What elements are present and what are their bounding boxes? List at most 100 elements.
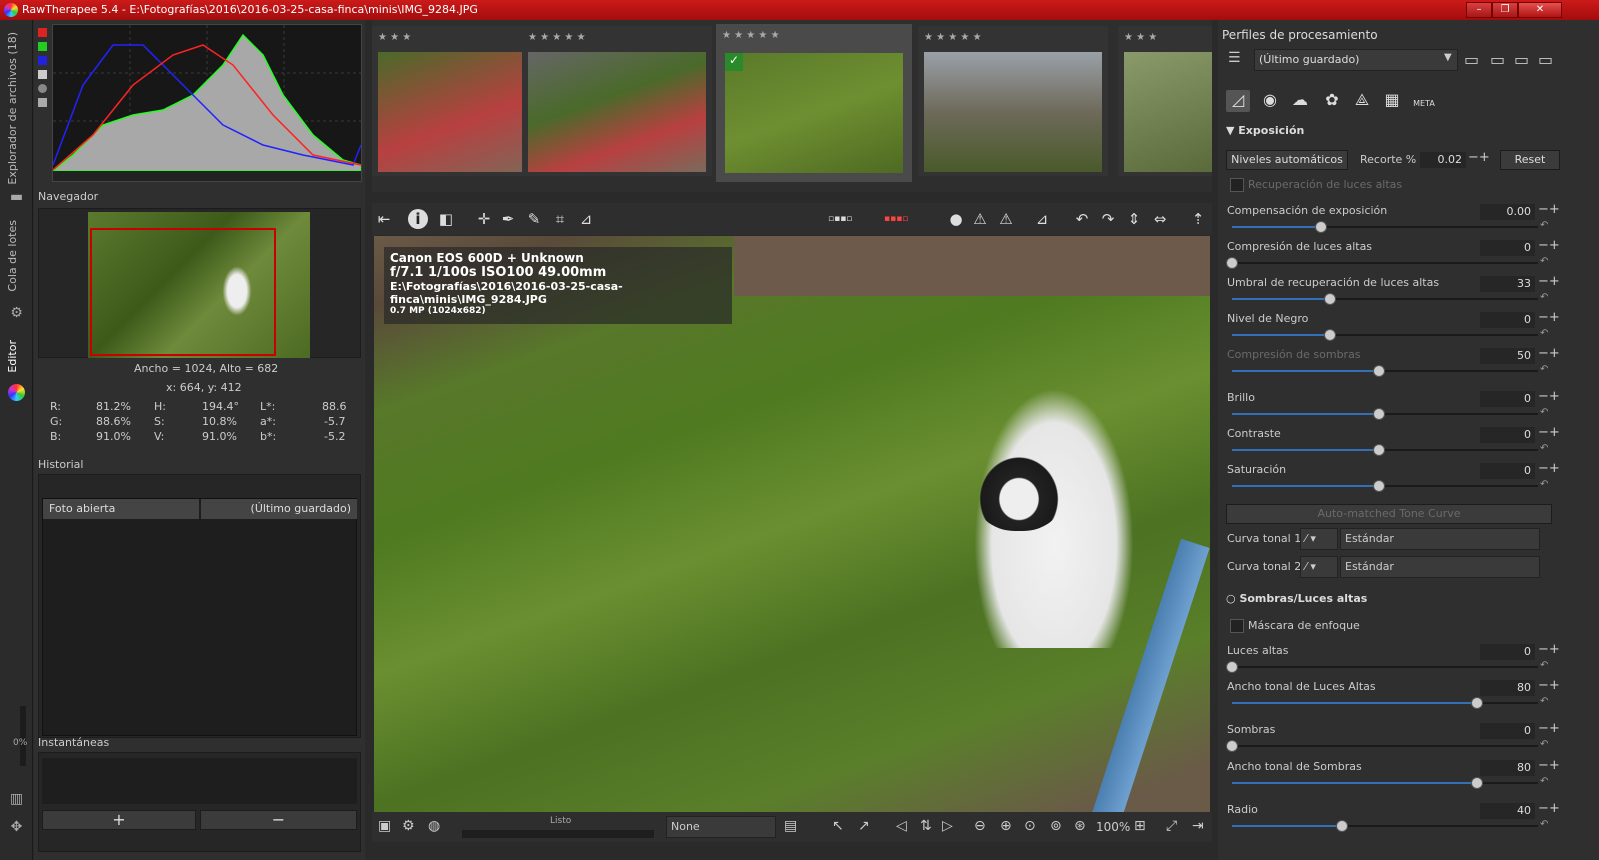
param-5-reset-icon[interactable]: ↶ [1540, 407, 1548, 418]
param-1-stepper[interactable]: −+ [1538, 238, 1560, 253]
crop-icon[interactable]: ⌗ [550, 209, 570, 229]
param-2-reset-icon[interactable]: ↶ [1540, 292, 1548, 303]
param-4-stepper[interactable]: −+ [1538, 346, 1560, 361]
param-3-value[interactable]: 0 [1480, 312, 1535, 328]
param-3-reset-icon[interactable]: ↶ [1540, 328, 1548, 339]
sh-param-0-stepper[interactable]: −+ [1538, 642, 1560, 657]
metadata-tab[interactable]: META [1412, 90, 1436, 112]
info-icon[interactable]: i [408, 209, 428, 229]
param-0-slider-knob[interactable] [1314, 221, 1327, 233]
param-3-stepper[interactable]: −+ [1538, 310, 1560, 325]
zoom-in-icon[interactable]: ⊕ [1000, 818, 1012, 834]
param-6-slider-knob[interactable] [1372, 444, 1385, 456]
flip-horizontal-icon[interactable]: ⇔ [1150, 209, 1170, 229]
param-7-stepper[interactable]: −+ [1538, 461, 1560, 476]
zoom-fit-icon[interactable]: ⊙ [1024, 818, 1036, 834]
history-item-open[interactable]: Foto abierta [43, 499, 199, 519]
clip-stepper[interactable]: −+ [1468, 150, 1490, 165]
sh-param-1-slider[interactable] [1232, 697, 1538, 709]
blue-channel-toggle[interactable] [38, 56, 47, 65]
thumbnail-stars[interactable]: ★ ★ ★ ★ ★ [716, 28, 906, 44]
navigator-viewport-rect[interactable] [90, 228, 276, 356]
raw-toggle[interactable] [38, 98, 47, 107]
folder-icon[interactable]: ▬ [7, 188, 26, 207]
param-6-value[interactable]: 0 [1480, 427, 1535, 443]
sh-param-4-reset-icon[interactable]: ↶ [1540, 819, 1548, 830]
luma-toggle[interactable] [38, 70, 47, 79]
param-2-value[interactable]: 33 [1480, 276, 1535, 292]
minimize-button[interactable]: – [1466, 2, 1492, 18]
warning-shadow-icon[interactable]: ⚠ [996, 209, 1016, 229]
param-1-slider-knob[interactable] [1226, 257, 1238, 269]
profile-combo[interactable]: None [666, 816, 776, 838]
param-2-slider-knob[interactable] [1323, 293, 1336, 305]
save-icon[interactable]: ▣ [378, 818, 391, 834]
param-0-slider[interactable] [1232, 221, 1538, 233]
sh-param-2-slider[interactable] [1226, 740, 1538, 752]
editor-color-icon[interactable] [8, 384, 25, 401]
exposure-tab-icon[interactable]: ◿ [1226, 90, 1250, 112]
red-channel-toggle[interactable] [38, 28, 47, 37]
param-5-stepper[interactable]: −+ [1538, 389, 1560, 404]
collapse-right-icon[interactable]: ⇥ [1192, 818, 1204, 834]
param-4-slider-knob[interactable] [1372, 365, 1385, 377]
highlight-recovery-checkbox[interactable] [1230, 178, 1244, 192]
fullscreen-icon[interactable]: ⤢ [1166, 818, 1177, 834]
sh-param-4-stepper[interactable]: −+ [1538, 801, 1560, 816]
background-color-icon[interactable]: ▫▪▪▫ [828, 209, 852, 229]
param-2-slider[interactable] [1232, 293, 1538, 305]
remove-snapshot-button[interactable]: − [200, 810, 357, 830]
param-1-value[interactable]: 0 [1480, 240, 1535, 256]
sh-param-3-value[interactable]: 80 [1480, 760, 1535, 776]
previous-icon[interactable]: ◁ [896, 818, 907, 834]
copy-icon[interactable]: ▭ [1514, 50, 1529, 69]
thumbnail-selected[interactable]: ★ ★ ★ ★ ★ ✓ [716, 24, 912, 182]
tab-editor[interactable]: Editor [6, 340, 19, 373]
edit2-icon[interactable]: ↗ [858, 818, 870, 834]
param-7-reset-icon[interactable]: ↶ [1540, 479, 1548, 490]
edit-icon[interactable]: ↖ [832, 818, 844, 834]
param-0-stepper[interactable]: −+ [1538, 202, 1560, 217]
focus-mask-icon[interactable]: ● [946, 209, 966, 229]
zoom-fit-crop-icon[interactable]: ⊚ [1050, 818, 1062, 834]
chevron-down-icon[interactable]: ▼ [1444, 52, 1452, 63]
white-balance-icon[interactable]: ✎ [524, 209, 544, 229]
sh-param-3-stepper[interactable]: −+ [1538, 758, 1560, 773]
zoom-100-icon[interactable]: ⊛ [1074, 818, 1086, 834]
close-button[interactable]: ✕ [1518, 2, 1562, 18]
sh-param-0-reset-icon[interactable]: ↶ [1540, 660, 1548, 671]
sh-param-1-slider-knob[interactable] [1470, 697, 1483, 709]
thumbnail-stars[interactable]: ★ ★ ★ ★ ★ [522, 30, 712, 46]
sh-param-0-slider-knob[interactable] [1226, 661, 1238, 673]
thumbnail-image[interactable] [924, 52, 1102, 172]
auto-tone-curve-button[interactable]: Auto-matched Tone Curve [1226, 504, 1552, 524]
param-1-slider[interactable] [1226, 257, 1538, 269]
param-5-slider-knob[interactable] [1372, 408, 1385, 420]
add-snapshot-button[interactable]: + [42, 810, 196, 830]
external-editor-icon[interactable]: ◍ [428, 818, 440, 834]
before-after-icon[interactable]: ◧ [436, 209, 456, 229]
open-icon[interactable]: ▭ [1464, 50, 1479, 69]
rotate-left-icon[interactable]: ↶ [1072, 209, 1092, 229]
sh-param-3-slider-knob[interactable] [1470, 777, 1483, 789]
histogram-toggle-icon[interactable]: ⊿ [1032, 209, 1052, 229]
zoom-out-icon[interactable]: ⊖ [974, 818, 986, 834]
sh-param-2-slider-knob[interactable] [1226, 740, 1238, 752]
raw-tab-icon[interactable]: ▦ [1380, 90, 1404, 112]
thumbnail[interactable]: ★ ★ ★ ★ ★ [522, 26, 712, 176]
param-6-reset-icon[interactable]: ↶ [1540, 443, 1548, 454]
param-4-slider[interactable] [1232, 365, 1538, 377]
param-3-slider-knob[interactable] [1323, 329, 1336, 341]
rotate-right-icon[interactable]: ↷ [1098, 209, 1118, 229]
channel-toggles-icon[interactable]: ▪▪▪▫ [884, 209, 908, 229]
param-0-value[interactable]: 0.00 [1480, 204, 1535, 220]
shadows-section-title[interactable]: ○ Sombras/Luces altas [1226, 592, 1367, 605]
restore-button[interactable]: ❐ [1492, 2, 1518, 18]
gears-icon[interactable]: ⚙ [7, 304, 26, 323]
auto-levels-button[interactable]: Niveles automáticos [1226, 150, 1348, 170]
sh-param-2-stepper[interactable]: −+ [1538, 721, 1560, 736]
param-4-value[interactable]: 50 [1480, 348, 1535, 364]
history-item-saved[interactable]: (Último guardado) [201, 499, 357, 519]
transform-tab-icon[interactable]: ⟁ [1350, 90, 1374, 112]
sh-param-1-reset-icon[interactable]: ↶ [1540, 696, 1548, 707]
